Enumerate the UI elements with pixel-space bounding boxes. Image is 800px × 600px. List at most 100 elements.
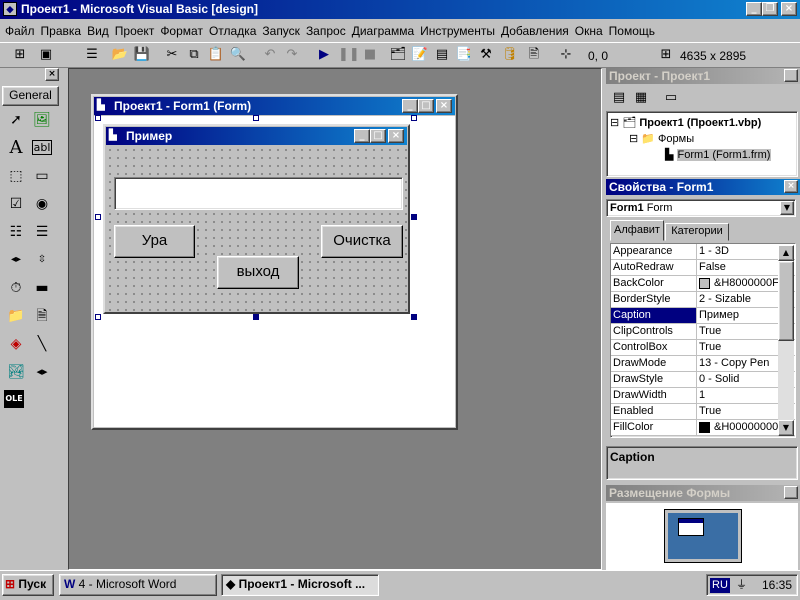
menu-item[interactable]: Диаграмма xyxy=(349,21,417,41)
menu-item[interactable]: Проект xyxy=(112,21,158,41)
toolbox-tab-general[interactable]: General xyxy=(2,86,59,106)
checkbox-icon[interactable]: ☑ xyxy=(4,192,28,216)
property-row[interactable]: BorderStyle 2 - Sizable xyxy=(611,292,795,308)
property-scrollbar[interactable]: ▲ ▼ xyxy=(778,245,794,436)
properties-icon[interactable]: 📝 xyxy=(410,44,430,66)
tree-item-form1[interactable]: ▙ Form1 (Form1.frm) xyxy=(665,148,772,161)
menu-item[interactable]: Инструменты xyxy=(417,21,498,41)
copy-icon[interactable]: ⧉ xyxy=(184,44,204,66)
paste-icon[interactable]: 📋 xyxy=(206,44,226,66)
clear-button[interactable]: Очистка xyxy=(321,225,403,258)
open-icon[interactable]: 📂 xyxy=(110,44,130,66)
view-code-icon[interactable]: ▤ xyxy=(609,87,629,109)
pause-icon[interactable]: ❚❚ xyxy=(338,44,360,66)
property-row[interactable]: DrawWidth 1 xyxy=(611,388,795,404)
menu-item[interactable]: Файл xyxy=(2,21,38,41)
redo-icon[interactable]: ↷ xyxy=(282,44,302,66)
undo-icon[interactable]: ↶ xyxy=(260,44,280,66)
cut-icon[interactable]: ✂ xyxy=(162,44,182,66)
form-window-minimize[interactable]: _ xyxy=(402,99,418,113)
save-icon[interactable]: 💾 xyxy=(132,44,152,66)
commandbutton-icon[interactable]: ▭ xyxy=(30,164,54,188)
tree-folder[interactable]: ⊟ 📁 Формы xyxy=(629,132,694,145)
drivelistbox-icon[interactable]: ▬ xyxy=(30,276,54,300)
project-explorer-icon[interactable]: 🗂 xyxy=(388,44,408,66)
timer-icon[interactable]: ⏱ xyxy=(4,276,28,300)
form-position-preview[interactable] xyxy=(678,518,704,536)
property-row[interactable]: ControlBox True xyxy=(611,340,795,356)
run-icon[interactable]: ▶ xyxy=(314,44,334,66)
maximize-button[interactable]: ❐ xyxy=(762,2,778,16)
add-form-icon[interactable]: ▣ xyxy=(36,44,56,66)
taskbar-word[interactable]: W 4 - Microsoft Word xyxy=(59,574,217,596)
hscrollbar-icon[interactable]: ◂▸ xyxy=(4,248,28,272)
menu-item[interactable]: Добавления xyxy=(498,21,572,41)
form1-maximize[interactable]: □ xyxy=(370,129,386,143)
form-layout-close[interactable]: × xyxy=(784,486,798,499)
scroll-thumb[interactable] xyxy=(778,261,794,341)
menu-item[interactable]: Помощь xyxy=(606,21,658,41)
scroll-up-icon[interactable]: ▲ xyxy=(778,245,794,261)
ole-icon[interactable]: OLE xyxy=(4,390,24,408)
toolbox-icon[interactable]: ⚒ xyxy=(476,44,496,66)
start-button[interactable]: ⊞ Пуск xyxy=(2,574,54,596)
resize-handle[interactable] xyxy=(253,115,259,121)
taskbar-vb[interactable]: ◆ Проект1 - Microsoft ... xyxy=(221,574,379,596)
menu-editor-icon[interactable]: ☰ xyxy=(82,44,102,66)
resize-handle[interactable] xyxy=(411,115,417,121)
tab-categorized[interactable]: Категории xyxy=(665,223,729,241)
menu-item[interactable]: Вид xyxy=(84,21,112,41)
property-row[interactable]: DrawMode 13 - Copy Pen xyxy=(611,356,795,372)
form1-close[interactable]: × xyxy=(388,129,404,143)
find-icon[interactable]: 🔍 xyxy=(228,44,248,66)
resize-handle[interactable] xyxy=(411,314,417,320)
toolbox-close-button[interactable]: × xyxy=(45,68,59,81)
data-control-icon[interactable]: ◂▸ xyxy=(30,360,54,384)
property-row[interactable]: ClipControls True xyxy=(611,324,795,340)
frame-icon[interactable]: ⬚ xyxy=(4,164,28,188)
object-browser-icon[interactable]: 📑 xyxy=(454,44,474,66)
form-window-close[interactable]: × xyxy=(436,99,452,113)
textbox-icon[interactable]: abl xyxy=(30,136,54,160)
object-dropdown[interactable]: Form1 Form ▼ xyxy=(606,199,796,217)
shape-icon[interactable]: ◈ xyxy=(4,332,28,356)
image-icon[interactable]: 🏞 xyxy=(4,360,28,384)
resize-handle[interactable] xyxy=(95,214,101,220)
combobox-icon[interactable]: ☷ xyxy=(4,220,28,244)
property-row[interactable]: FillColor &H00000000 xyxy=(611,420,795,436)
ura-button[interactable]: Ура xyxy=(114,225,195,258)
exit-button[interactable]: выход xyxy=(217,256,299,289)
scroll-down-icon[interactable]: ▼ xyxy=(778,420,794,436)
add-project-icon[interactable]: ⊞ xyxy=(10,44,30,66)
form-window-maximize[interactable]: □ xyxy=(418,99,434,113)
text1-textbox[interactable] xyxy=(114,177,403,210)
label-icon[interactable]: A xyxy=(4,136,28,160)
line-icon[interactable]: ╲ xyxy=(30,332,54,356)
stop-icon[interactable]: ■ xyxy=(360,44,380,66)
filelistbox-icon[interactable]: 🗎 xyxy=(30,304,54,328)
view-object-icon[interactable]: ▦ xyxy=(631,87,651,109)
menu-item[interactable]: Запуск xyxy=(259,21,303,41)
dirlistbox-icon[interactable]: 📁 xyxy=(4,304,28,328)
form-layout-icon[interactable]: ▤ xyxy=(432,44,452,66)
resize-handle[interactable] xyxy=(95,314,101,320)
dropdown-arrow-icon[interactable]: ▼ xyxy=(780,201,794,215)
menu-item[interactable]: Запрос xyxy=(303,21,349,41)
picturebox-icon[interactable]: 🖼 xyxy=(30,108,54,132)
resize-handle[interactable] xyxy=(95,115,101,121)
toggle-folders-icon[interactable]: ▭ xyxy=(661,87,681,109)
menu-item[interactable]: Формат xyxy=(157,21,206,41)
language-indicator[interactable]: RU xyxy=(710,578,730,593)
resize-handle[interactable] xyxy=(411,214,417,220)
properties-close[interactable]: × xyxy=(784,180,798,193)
property-row[interactable]: BackColor &H8000000F xyxy=(611,276,795,292)
close-button[interactable]: × xyxy=(781,2,797,16)
vscrollbar-icon[interactable]: ⇳ xyxy=(30,248,54,272)
property-row[interactable]: Caption Пример xyxy=(611,308,795,324)
menu-item[interactable]: Отладка xyxy=(206,21,259,41)
property-row[interactable]: Appearance 1 - 3D xyxy=(611,244,795,260)
optionbutton-icon[interactable]: ◉ xyxy=(30,192,54,216)
menu-item[interactable]: Правка xyxy=(38,21,85,41)
network-icon[interactable]: ⏚ xyxy=(736,576,747,592)
listbox-icon[interactable]: ☰ xyxy=(30,220,54,244)
